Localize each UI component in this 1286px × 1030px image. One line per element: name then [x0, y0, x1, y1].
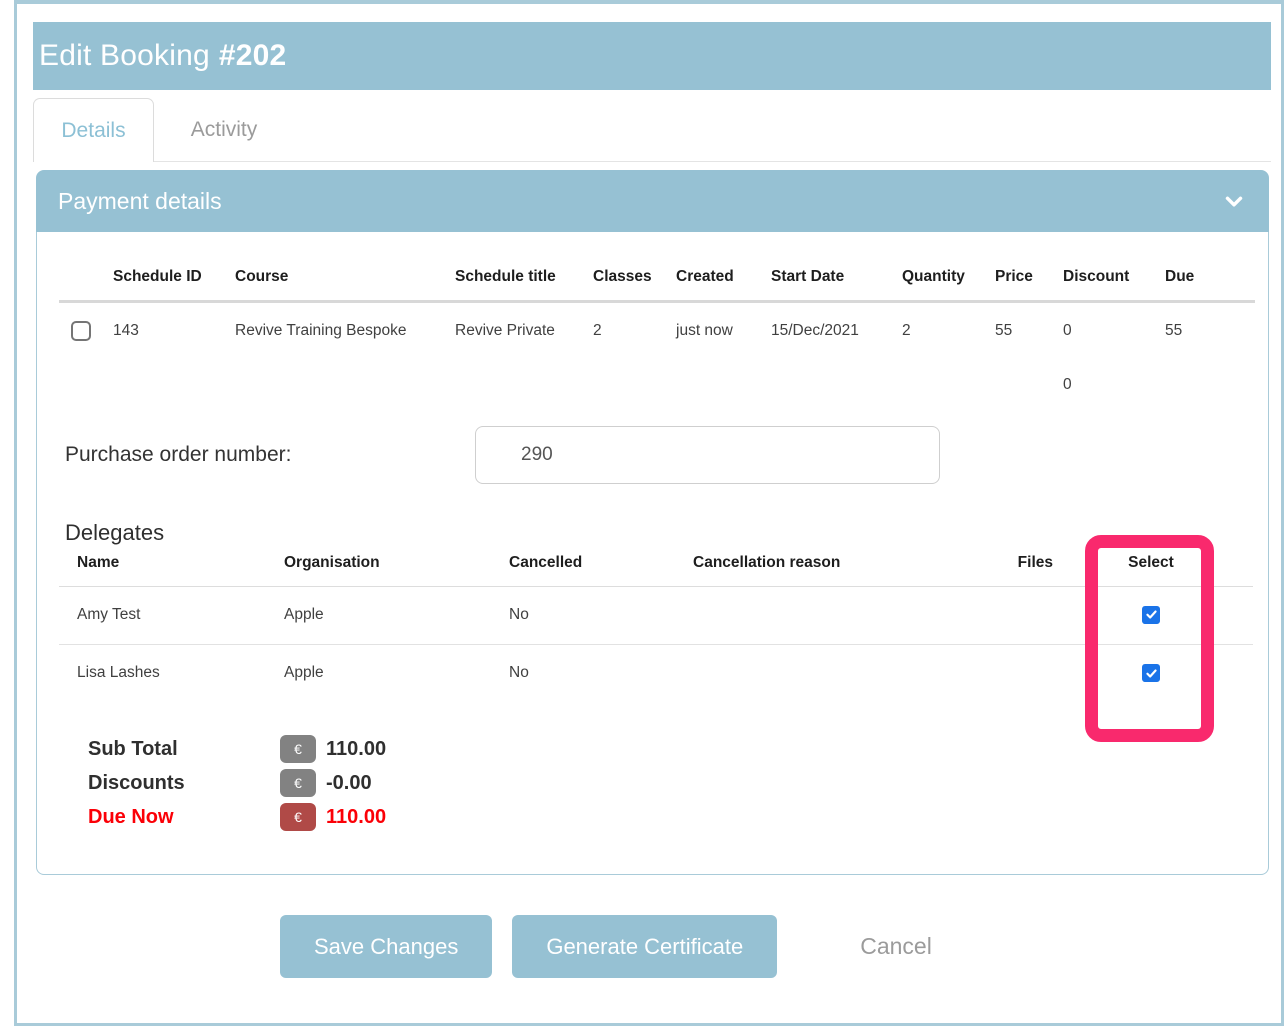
cell-delegate-organisation: Apple: [266, 586, 491, 644]
schedule-checkbox-header: [59, 268, 101, 302]
col-schedule-title: Schedule title: [443, 268, 581, 302]
schedule-table-header-row: Schedule ID Course Schedule title Classe…: [59, 268, 1255, 302]
payment-details-header[interactable]: Payment details: [36, 170, 1269, 232]
cancel-link[interactable]: Cancel: [860, 933, 932, 960]
subtotal-label: Sub Total: [88, 738, 280, 761]
tab-details-label: Details: [61, 119, 125, 143]
cell-delegate-name: Amy Test: [59, 586, 266, 644]
tab-bar: Details Activity: [33, 98, 1271, 162]
due-now-label: Due Now: [88, 806, 280, 829]
schedule-row: 143 Revive Training Bespoke Revive Priva…: [59, 302, 1255, 360]
col-schedule-id: Schedule ID: [101, 268, 223, 302]
totals-block: Sub Total € 110.00 Discounts € -0.00 Due…: [88, 732, 1268, 834]
booking-number: #202: [219, 39, 287, 73]
cell-delegate-organisation: Apple: [266, 644, 491, 702]
payment-details-body: Schedule ID Course Schedule title Classe…: [36, 232, 1269, 875]
due-now-row: Due Now € 110.00: [88, 800, 1268, 834]
cell-delegate-files: [991, 586, 1086, 644]
cell-delegate-cancelled: No: [491, 586, 675, 644]
euro-icon: €: [280, 769, 316, 797]
col-price: Price: [983, 268, 1051, 302]
cell-course: Revive Training Bespoke: [223, 302, 443, 360]
cell-schedule-title: Revive Private: [443, 302, 581, 360]
payment-details-title: Payment details: [58, 188, 222, 215]
page-title: Edit Booking #202: [33, 22, 1271, 90]
cell-delegate-cancelled: No: [491, 644, 675, 702]
tab-details[interactable]: Details: [33, 98, 154, 162]
delegate-select-checkbox[interactable]: [1142, 606, 1160, 624]
subtotal-row: Sub Total € 110.00: [88, 732, 1268, 766]
purchase-order-label: Purchase order number:: [65, 443, 475, 467]
delegate-row: Amy Test Apple No: [59, 586, 1253, 644]
cell-delegate-cancellation-reason: [675, 586, 991, 644]
cell-discount: 0: [1051, 302, 1153, 360]
euro-icon: €: [280, 803, 316, 831]
actions-bar: Save Changes Generate Certificate Cancel: [280, 915, 1281, 978]
delegates-table: Name Organisation Cancelled Cancellation…: [59, 554, 1253, 703]
cell-price: 55: [983, 302, 1051, 360]
col-organisation: Organisation: [266, 554, 491, 587]
payment-details-panel: Payment details Schedule ID Course Sch: [36, 170, 1269, 875]
cell-start-date: 15/Dec/2021: [759, 302, 890, 360]
discounts-value: -0.00: [326, 772, 372, 795]
delegate-select-checkbox[interactable]: [1142, 664, 1160, 682]
cell-schedule-id: 143: [101, 302, 223, 360]
col-classes: Classes: [581, 268, 664, 302]
chevron-down-icon[interactable]: [1221, 188, 1247, 214]
discounts-row: Discounts € -0.00: [88, 766, 1268, 800]
discount-total-value: 0: [1051, 360, 1153, 410]
cell-delegate-files: [991, 644, 1086, 702]
purchase-order-input[interactable]: [475, 426, 940, 484]
col-due: Due: [1153, 268, 1255, 302]
schedule-discount-total-row: 0: [59, 360, 1255, 410]
cell-due: 55: [1153, 302, 1255, 360]
col-files: Files: [991, 554, 1086, 587]
discounts-label: Discounts: [88, 772, 280, 795]
due-now-value: 110.00: [326, 806, 386, 829]
save-changes-button[interactable]: Save Changes: [280, 915, 492, 978]
delegate-row: Lisa Lashes Apple No: [59, 644, 1253, 702]
purchase-order-row: Purchase order number:: [65, 426, 1268, 484]
cell-quantity: 2: [890, 302, 983, 360]
col-course: Course: [223, 268, 443, 302]
col-name: Name: [59, 554, 266, 587]
tab-activity-label: Activity: [191, 118, 258, 142]
col-start-date: Start Date: [759, 268, 890, 302]
col-cancellation-reason: Cancellation reason: [675, 554, 991, 587]
col-discount: Discount: [1051, 268, 1153, 302]
col-cancelled: Cancelled: [491, 554, 675, 587]
col-select: Select: [1086, 554, 1216, 587]
euro-icon: €: [280, 735, 316, 763]
col-quantity: Quantity: [890, 268, 983, 302]
booking-modal: Edit Booking #202 Details Activity Payme…: [14, 0, 1284, 1026]
delegates-heading: Delegates: [65, 520, 1268, 546]
cell-delegate-cancellation-reason: [675, 644, 991, 702]
schedule-table: Schedule ID Course Schedule title Classe…: [59, 268, 1255, 410]
tab-activity[interactable]: Activity: [154, 98, 294, 161]
cell-created: just now: [664, 302, 759, 360]
schedule-row-checkbox[interactable]: [71, 321, 91, 341]
delegates-header-row: Name Organisation Cancelled Cancellation…: [59, 554, 1253, 587]
generate-certificate-button[interactable]: Generate Certificate: [512, 915, 777, 978]
cell-classes: 2: [581, 302, 664, 360]
cell-delegate-name: Lisa Lashes: [59, 644, 266, 702]
page-title-text: Edit Booking: [39, 39, 210, 73]
col-created: Created: [664, 268, 759, 302]
subtotal-value: 110.00: [326, 738, 386, 761]
